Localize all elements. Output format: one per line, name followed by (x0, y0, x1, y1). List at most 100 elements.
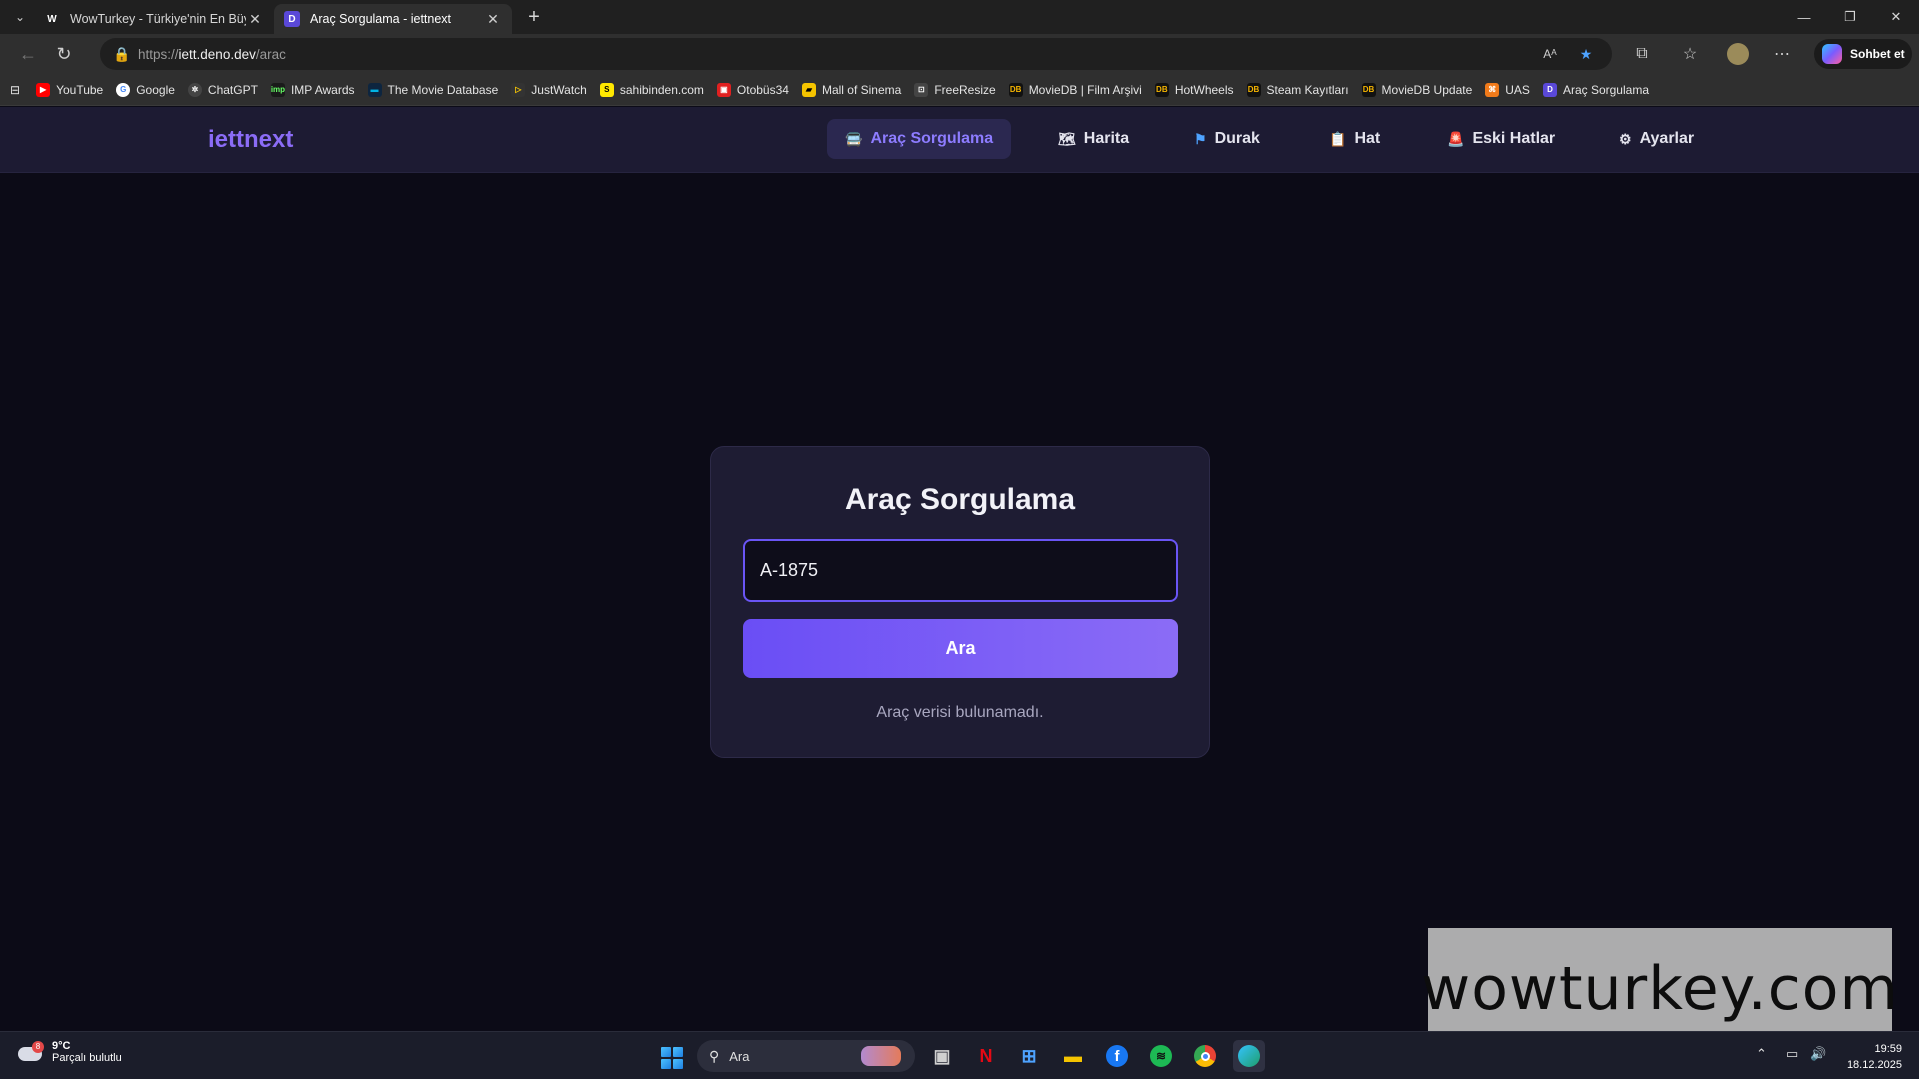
nav-hat[interactable]: 📋 Hat (1311, 119, 1398, 159)
bookmark-mall-of-sinema[interactable]: ▰ Mall of Sinema (801, 82, 902, 97)
clock-date: 18.12.2025 (1846, 1059, 1902, 1071)
freeresize-icon: ⊡ (914, 82, 929, 97)
bookmark-label: Mall of Sinema (821, 82, 902, 97)
bookmark-freeresize[interactable]: ⊡ FreeResize (914, 82, 996, 97)
facebook-icon[interactable]: f (1101, 1040, 1133, 1072)
copilot-chat-button[interactable]: Sohbet et (1814, 39, 1912, 69)
task-view-icon[interactable]: ▣ (926, 1040, 958, 1072)
bookmark-tmdb[interactable]: ▬ The Movie Database (367, 82, 498, 97)
tab-actions-chevron-icon[interactable]: ⌄ (6, 4, 34, 30)
bookmark-label: sahibinden.com (619, 82, 704, 97)
bookmark-label: YouTube (56, 82, 104, 97)
nav-arac-sorgulama[interactable]: 🚍 Araç Sorgulama (827, 119, 1012, 159)
address-bar[interactable]: 🔒 https:// iett.deno.dev /arac Aᴬ ★ (100, 38, 1612, 70)
search-button[interactable]: Ara (743, 619, 1178, 678)
nav-ayarlar[interactable]: ⚙ Ayarlar (1601, 119, 1712, 159)
bookmark-uas[interactable]: ⌘ UAS (1485, 82, 1530, 97)
vehicle-query-card: Araç Sorgulama Ara Araç verisi bulunamad… (710, 446, 1210, 758)
nav-durak[interactable]: ⚑ Durak (1176, 119, 1278, 159)
profile-avatar-icon[interactable] (1722, 38, 1754, 70)
impawards-icon: imp (271, 82, 285, 97)
bookmark-label: IMP Awards (290, 82, 355, 97)
show-hidden-icons-chevron-icon[interactable]: ⌃ (1756, 1046, 1767, 1062)
url-scheme: https:// (138, 46, 179, 62)
otobus34-icon: ▣ (716, 82, 731, 97)
bookmark-youtube[interactable]: ▶ YouTube (36, 82, 104, 97)
clock-time: 19:59 (1874, 1043, 1902, 1055)
spotify-icon[interactable]: ≋ (1145, 1040, 1177, 1072)
nav-label: Hat (1354, 130, 1381, 147)
bookmark-label: Araç Sorgulama (1562, 82, 1649, 97)
bookmark-chatgpt[interactable]: ✲ ChatGPT (187, 82, 258, 97)
flag-icon: ⚑ (1194, 130, 1207, 147)
search-placeholder: Ara (729, 1048, 750, 1064)
restore-icon[interactable]: ❐ (1827, 0, 1873, 34)
favorites-icon[interactable]: ☆ (1674, 38, 1706, 70)
extensions-icon[interactable]: ⧉ (1626, 38, 1658, 70)
url-host: iett.deno.dev (178, 46, 256, 62)
clipboard-icon: 📋 (1329, 130, 1347, 147)
moviedb-icon: DB (1154, 82, 1169, 97)
back-arrow-icon[interactable]: ← (10, 38, 46, 70)
weather-cloud-icon: 8 (18, 1041, 44, 1063)
bookmark-imp-awards[interactable]: imp IMP Awards (271, 82, 355, 97)
search-highlight-art (861, 1046, 901, 1066)
network-icon[interactable]: ▭ (1786, 1046, 1798, 1062)
bus-icon: 🚍 (845, 130, 863, 147)
bookmark-steam-kayitlari[interactable]: DB Steam Kayıtları (1246, 82, 1349, 97)
favorite-star-icon[interactable]: ★ (1578, 46, 1594, 62)
file-explorer-icon[interactable]: ▬ (1057, 1040, 1089, 1072)
reload-icon[interactable]: ↻ (46, 38, 82, 70)
more-options-icon[interactable]: ⋯ (1766, 38, 1798, 70)
system-clock[interactable]: 19:59 18.12.2025 (1840, 1041, 1902, 1073)
url-path: /arac (255, 46, 286, 62)
close-tab-icon[interactable]: ✕ (246, 11, 264, 28)
siren-icon: 🚨 (1447, 130, 1465, 147)
lock-icon[interactable]: 🔒 (113, 46, 130, 62)
volume-icon[interactable]: 🔊 (1810, 1046, 1826, 1062)
tmdb-icon: ▬ (367, 82, 382, 97)
edge-icon[interactable] (1233, 1040, 1265, 1072)
bookmark-google[interactable]: G Google (116, 82, 175, 97)
bookmark-label: ChatGPT (207, 82, 258, 97)
bookmark-label: Otobüs34 (736, 82, 789, 97)
bookmark-moviedb-update[interactable]: DB MovieDB Update (1361, 82, 1472, 97)
moviedb-icon: DB (1361, 82, 1376, 97)
microsoft-store-icon[interactable]: ⊞ (1013, 1040, 1045, 1072)
bookmark-justwatch[interactable]: ▷ JustWatch (511, 82, 587, 97)
chatgpt-icon: ✲ (187, 82, 202, 97)
chrome-icon[interactable] (1189, 1040, 1221, 1072)
bookmark-label: Steam Kayıtları (1266, 82, 1349, 97)
vehicle-search-input[interactable] (743, 539, 1178, 602)
nav-label: Durak (1214, 130, 1260, 147)
taskbar-search[interactable]: ⚲ Ara (697, 1040, 915, 1072)
bookmark-otobus34[interactable]: ▣ Otobüs34 (716, 82, 789, 97)
new-tab-plus-icon[interactable]: + (520, 3, 548, 31)
weather-widget[interactable]: 8 9°C Parçalı bulutlu (18, 1040, 122, 1064)
map-icon: 🗺 (1058, 130, 1076, 147)
close-tab-icon[interactable]: ✕ (484, 11, 502, 28)
tab-arac-sorgulama[interactable]: D Araç Sorgulama - iettnext ✕ (274, 4, 512, 34)
wowturkey-favicon-icon: W (47, 13, 57, 25)
tab-title: WowTurkey - Türkiye'nin En Büyük (70, 12, 246, 26)
deno-icon: D (1542, 82, 1557, 97)
read-aloud-icon[interactable]: Aᴬ (1542, 46, 1558, 62)
netflix-icon[interactable]: N (970, 1040, 1002, 1072)
minimize-icon[interactable]: — (1781, 0, 1827, 34)
bookmark-moviedb[interactable]: DB MovieDB | Film Arşivi (1008, 82, 1142, 97)
bookmark-label: UAS (1505, 82, 1530, 97)
windows-start-icon[interactable] (661, 1047, 683, 1069)
bookmark-sahibinden[interactable]: Ssahibinden.com (599, 82, 704, 97)
tab-wowturkey[interactable]: W WowTurkey - Türkiye'nin En Büyük ✕ (34, 4, 274, 34)
nav-label: Eski Hatlar (1472, 130, 1556, 147)
tab-actions-menu-icon[interactable]: ⊟ (10, 83, 20, 97)
nav-eski-hatlar[interactable]: 🚨 Eski Hatlar (1429, 119, 1573, 159)
nav-harita[interactable]: 🗺 Harita (1040, 119, 1147, 159)
nav-label: Harita (1083, 130, 1130, 147)
bookmark-hotwheels[interactable]: DB HotWheels (1154, 82, 1234, 97)
weather-description: Parçalı bulutlu (52, 1052, 122, 1064)
brand-logo[interactable]: iettnext (208, 126, 293, 154)
mallofsinema-icon: ▰ (801, 82, 816, 97)
bookmark-arac-sorgulama[interactable]: D Araç Sorgulama (1542, 82, 1649, 97)
close-window-icon[interactable]: ✕ (1873, 0, 1919, 34)
